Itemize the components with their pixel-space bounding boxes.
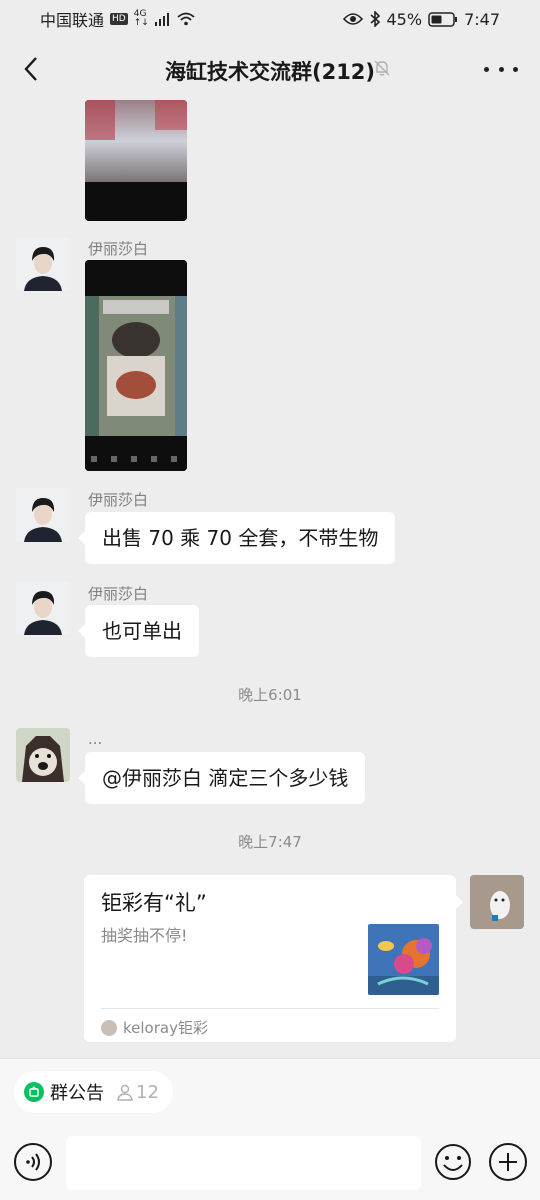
avatar-image [16,488,70,542]
avatar[interactable] [16,581,70,635]
sender-name: 伊丽莎白 [88,491,149,509]
carrier-name: 中国联通 [40,11,105,30]
sender-name: ... [88,730,103,748]
more-dot [513,66,518,72]
share-card[interactable]: 钜彩有“礼” 抽奖抽不停! keloray钜彩 [84,875,463,1042]
message-list[interactable]: 伊丽莎白 伊丽莎白 出售 70 乘 70 全套，不带生物 伊丽莎白 也可单出 晚… [0,100,540,1058]
emoji-button[interactable] [434,1143,472,1181]
source-name: keloray钜彩 [123,1019,208,1037]
chat-title: 海缸技术交流群(212) [164,60,376,84]
sender-name: 伊丽莎白 [88,585,149,603]
video-thumbnail [85,260,187,471]
wifi-icon [177,12,195,26]
member-count-value: 12 [136,1081,159,1103]
avatar[interactable] [16,488,70,542]
video-message[interactable] [85,260,187,471]
person-icon [117,1084,133,1101]
network-type: 4G ↑↓ [134,10,149,28]
message-bubble[interactable]: 也可单出 [78,605,199,657]
bell-off-icon [374,60,390,76]
battery-percent: 45% [386,9,423,29]
my-avatar[interactable] [470,875,524,929]
status-bar: 中国联通 HD 4G ↑↓ 45% 7:47 [0,0,540,38]
eye-icon [342,13,363,25]
voice-button[interactable] [14,1143,52,1181]
battery-icon [428,11,458,27]
source-logo-icon [101,1019,117,1036]
avatar[interactable] [16,728,70,782]
card-source: keloray钜彩 [101,1017,208,1038]
avatar-image [470,875,524,929]
voice-icon [26,1153,40,1171]
avatar[interactable] [16,237,70,291]
clock: 7:47 [464,9,500,29]
hd-badge: HD [110,13,128,25]
timestamp: 晚上7:47 [238,833,302,851]
avatar-image [16,581,70,635]
bottom-bar: 群公告 12 [0,1058,540,1200]
card-thumbnail-image [368,924,439,995]
plus-icon [499,1153,517,1171]
message-bubble[interactable]: 出售 70 乘 70 全套，不带生物 [77,512,396,564]
avatar-image [16,728,70,782]
video-thumbnail [85,100,187,221]
chat-header: 海缸技术交流群(212) [0,38,540,100]
more-button[interactable] [484,58,518,80]
avatar-image [16,237,70,291]
card-description: 抽奖抽不停! [101,926,188,945]
member-count: 12 [116,1082,159,1103]
card-divider [101,1008,439,1009]
status-left: 中国联通 HD 4G ↑↓ [40,7,195,31]
card-thumbnail [368,924,439,995]
group-announcement-button[interactable]: 群公告 12 [14,1071,173,1113]
card-title: 钜彩有“礼” [101,891,207,915]
emoji-icon [435,1144,471,1180]
sender-name: 伊丽莎白 [88,240,149,258]
timestamp: 晚上6:01 [238,686,302,704]
bluetooth-icon [369,11,380,27]
announcement-label: 群公告 [50,1083,104,1104]
more-dot [498,66,504,72]
message-bubble[interactable]: @伊丽莎白 滴定三个多少钱 [77,752,366,804]
more-dot [484,66,489,72]
signal-icon [154,13,169,26]
video-message[interactable] [85,100,187,221]
status-right: 45% 7:47 [342,9,500,29]
message-input[interactable] [66,1136,421,1190]
plus-button[interactable] [489,1143,527,1181]
network-bottom: ↑↓ [133,18,149,28]
announcement-icon [24,1082,44,1102]
